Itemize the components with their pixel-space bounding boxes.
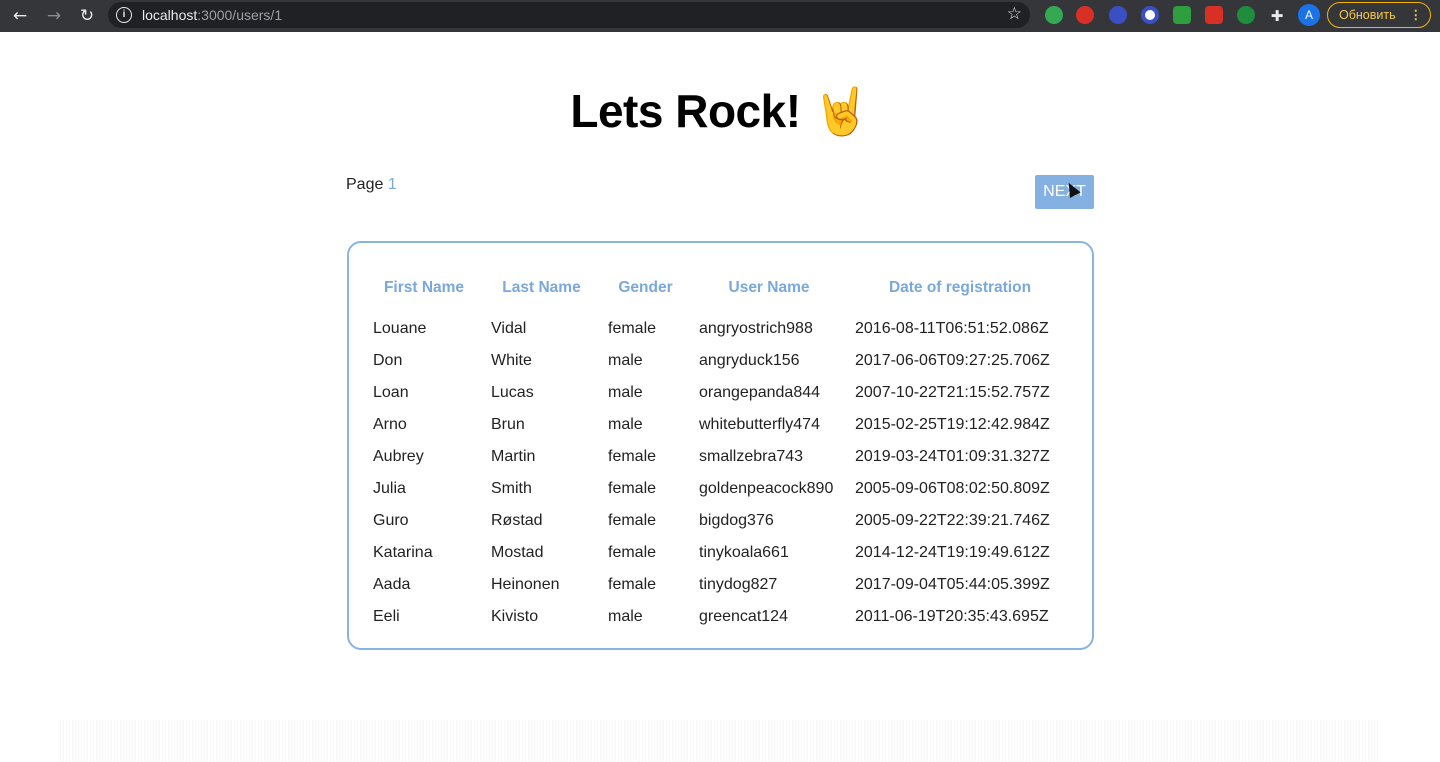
extension-icon[interactable] [1076,6,1094,24]
table-row: Loan Lucas male orangepanda844 2007-10-22T21… [365,377,1073,409]
gif-dither-artifact [60,720,1380,762]
user-name-cell: orangepanda844 [699,384,821,401]
user-name-cell: angryduck156 [699,352,800,369]
page-title: Lets Rock! 🤘 [570,84,870,138]
table-row: Arno Brun male whitebutterfly474 2015-02-25T… [365,409,1073,441]
extension-icon[interactable] [1141,6,1159,24]
gender-cell: female [608,576,657,593]
gender-cell: female [608,512,657,529]
registration-date-cell: 2017-06-06T09:27:25.706Z [855,352,1050,369]
gender-cell: female [608,448,657,465]
registration-date-cell: 2005-09-06T08:02:50.809Z [855,480,1050,497]
menu-icon[interactable]: ⋮ [1410,3,1423,27]
user-name-cell: tinydog827 [699,576,778,593]
last-name-cell: Kivisto [491,608,539,625]
first-name-cell: Aada [373,576,411,593]
browser-toolbar: ← → ↻ i localhost:3000/users/1 ☆ ✚ A Обн… [0,0,1440,32]
registration-date-cell: 2011-06-19T20:35:43.695Z [855,608,1049,625]
avatar[interactable]: A [1298,4,1320,26]
gender-cell: female [608,480,657,497]
info-icon[interactable]: i [116,7,132,23]
user-name-cell: angryostrich988 [699,320,813,337]
registration-date-cell: 2016-08-11T06:51:52.086Z [855,320,1049,337]
last-name-cell: White [491,352,532,369]
gender-cell: male [608,608,643,625]
user-name-cell: whitebutterfly474 [699,416,820,433]
user-name-cell: bigdog376 [699,512,774,529]
back-icon[interactable]: ← [8,4,32,28]
last-name-cell: Røstad [491,512,543,529]
column-header-last-name: Last Name [502,279,581,296]
extension-icon[interactable] [1045,6,1063,24]
column-header-first-name: First Name [383,279,465,296]
first-name-cell: Julia [373,480,406,497]
user-name-cell: greencat124 [699,608,788,625]
extension-icon[interactable] [1237,6,1255,24]
rock-hand-icon: 🤘 [812,84,870,138]
last-name-cell: Mostad [491,544,544,561]
extension-icon[interactable] [1173,6,1191,24]
page-indicator: Page 1 [346,176,397,193]
column-header-gender: Gender [618,279,673,296]
user-name-cell: tinykoala661 [699,544,789,561]
users-table: First Name Last Name Gender User Name Da… [365,271,1073,633]
registration-date-cell: 2019-03-24T01:09:31.327Z [855,448,1050,465]
extension-icon[interactable] [1205,6,1223,24]
first-name-cell: Eeli [373,608,400,625]
last-name-cell: Lucas [491,384,534,401]
table-row: Don White male angryduck156 2017-06-06T09:27… [365,345,1073,377]
gender-cell: male [608,384,643,401]
table-row: Katarina Mostad female tinykoala661 2014-12-… [365,537,1073,569]
table-row: Aubrey Martin female smallzebra743 2019-03-2… [365,441,1073,473]
registration-date-cell: 2017-09-04T05:44:05.399Z [855,576,1050,593]
last-name-cell: Vidal [491,320,527,337]
first-name-cell: Katarina [373,544,433,561]
first-name-cell: Don [373,352,403,369]
first-name-cell: Aubrey [373,448,424,465]
table-row: Aada Heinonen female tinydog827 2017-09-04T0… [365,569,1073,601]
registration-date-cell: 2014-12-24T19:19:49.612Z [855,544,1050,561]
gender-cell: female [608,544,657,561]
puzzle-icon[interactable]: ✚ [1265,4,1289,28]
registration-date-cell: 2015-02-25T19:12:42.984Z [855,416,1050,433]
first-name-cell: Arno [373,416,407,433]
update-button[interactable]: Обновить ⋮ [1327,2,1431,28]
registration-date-cell: 2007-10-22T21:15:52.757Z [855,384,1050,401]
last-name-cell: Smith [491,480,532,497]
first-name-cell: Louane [373,320,427,337]
users-table-card: First Name Last Name Gender User Name Da… [347,241,1094,650]
star-icon[interactable]: ☆ [1007,4,1022,24]
column-header-date-of-registration: Date of registration [888,279,1032,296]
user-name-cell: goldenpeacock890 [699,480,834,497]
last-name-cell: Heinonen [491,576,560,593]
last-name-cell: Martin [491,448,536,465]
first-name-cell: Loan [373,384,409,401]
table-row: Eeli Kivisto male greencat124 2011-06-19T20:… [365,601,1073,633]
gender-cell: female [608,320,657,337]
first-name-cell: Guro [373,512,409,529]
table-row: Julia Smith female goldenpeacock890 2005-09-… [365,473,1073,505]
reload-icon[interactable]: ↻ [75,4,99,28]
registration-date-cell: 2005-09-22T22:39:21.746Z [855,512,1050,529]
address-bar[interactable]: i localhost:3000/users/1 ☆ [108,2,1030,28]
url-text: localhost:3000/users/1 [142,7,283,23]
gender-cell: male [608,416,643,433]
table-row: Guro Røstad female bigdog376 2005-09-22T22:3… [365,505,1073,537]
table-header-row: First Name Last Name Gender User Name Da… [365,271,1073,305]
forward-icon[interactable]: → [42,4,66,28]
table-row: Louane Vidal female angryostrich988 2016-08-… [365,305,1073,345]
column-header-user-name: User Name [728,279,810,296]
extension-icon[interactable] [1109,6,1127,24]
gender-cell: male [608,352,643,369]
last-name-cell: Brun [491,416,525,433]
table-body: Louane Vidal female angryostrich988 2016-08-… [365,305,1073,633]
next-button[interactable]: NEXT [1035,175,1094,209]
page-number: 1 [387,176,397,193]
user-name-cell: smallzebra743 [699,448,804,465]
